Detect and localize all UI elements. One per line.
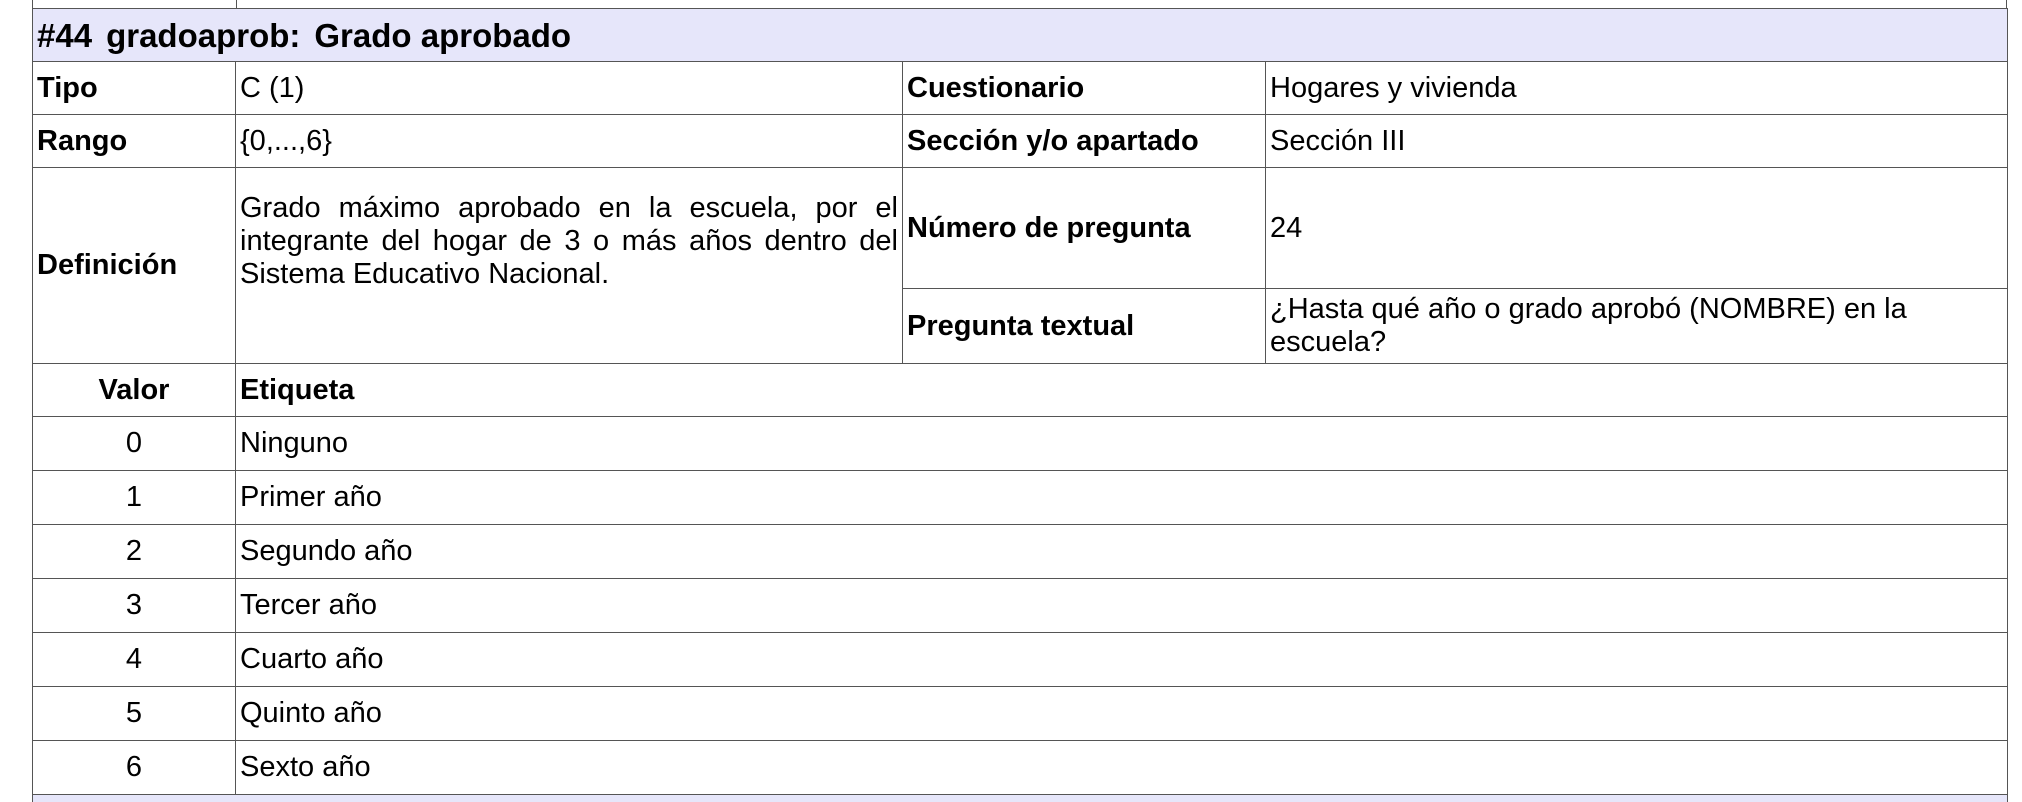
value-code: 0 bbox=[32, 416, 236, 471]
value-label: Tercer año bbox=[234, 578, 2009, 633]
value-label: Primer año bbox=[234, 470, 2009, 525]
value-label: Sexto año bbox=[234, 740, 2009, 795]
definicion-value: Grado máximo aprobado en la escuela, por… bbox=[235, 167, 903, 364]
values-header-row: Valor Etiqueta bbox=[32, 363, 2009, 417]
value-row: 5 Quinto año bbox=[32, 686, 2009, 741]
value-label: Cuarto año bbox=[234, 632, 2009, 687]
value-row: 3 Tercer año bbox=[32, 578, 2009, 633]
rango-label: Rango bbox=[32, 114, 236, 168]
variable-title: #44 gradoaprob: Grado aprobado bbox=[31, 8, 2009, 62]
tipo-row: Tipo C (1) Cuestionario Hogares y vivien… bbox=[32, 61, 2009, 115]
variable-name: gradoaprob: bbox=[106, 16, 301, 54]
variable-table: #44 gradoaprob: Grado aprobado Tipo C (1) … bbox=[31, 8, 2009, 802]
variable-number: #44 bbox=[37, 16, 93, 54]
variable-title-row: #44 gradoaprob: Grado aprobado bbox=[31, 8, 2009, 62]
pregunta-textual-value: ¿Hasta qué año o grado aprobó (NOMBRE) e… bbox=[1264, 288, 2009, 364]
rango-value: {0,...,6} bbox=[235, 114, 903, 168]
previous-table-divider bbox=[236, 0, 237, 8]
value-row: 1 Primer año bbox=[32, 470, 2009, 525]
variable-label: Grado aprobado bbox=[314, 16, 572, 54]
rango-row: Rango {0,...,6} Sección y/o apartado Sec… bbox=[32, 114, 2009, 168]
definicion-row: Definición Grado máximo aprobado en la e… bbox=[32, 167, 2009, 364]
value-row: 6 Sexto año bbox=[32, 740, 2009, 795]
etiqueta-header: Etiqueta bbox=[234, 363, 2009, 417]
value-row: 4 Cuarto año bbox=[32, 632, 2009, 687]
cuestionario-label: Cuestionario bbox=[902, 61, 1266, 115]
cuestionario-value: Hogares y vivienda bbox=[1264, 61, 2009, 115]
value-code: 1 bbox=[32, 470, 236, 525]
value-code: 3 bbox=[32, 578, 236, 633]
value-code: 6 bbox=[32, 740, 236, 795]
tipo-label: Tipo bbox=[32, 61, 236, 115]
next-variable-header-fill bbox=[31, 794, 2009, 802]
numero-pregunta-value: 24 bbox=[1264, 167, 2009, 289]
value-label: Ninguno bbox=[234, 416, 2009, 471]
value-row: 0 Ninguno bbox=[32, 416, 2009, 471]
codebook-page: #44 gradoaprob: Grado aprobado Tipo C (1) … bbox=[0, 0, 2022, 802]
pregunta-textual-label: Pregunta textual bbox=[902, 288, 1266, 364]
value-code: 4 bbox=[32, 632, 236, 687]
tipo-value: C (1) bbox=[235, 61, 903, 115]
previous-table-edge bbox=[32, 0, 2007, 8]
value-label: Quinto año bbox=[234, 686, 2009, 741]
next-variable-header-strip bbox=[31, 794, 2009, 802]
seccion-label: Sección y/o apartado bbox=[902, 114, 1266, 168]
value-code: 5 bbox=[32, 686, 236, 741]
valor-header: Valor bbox=[32, 363, 236, 417]
value-row: 2 Segundo año bbox=[32, 524, 2009, 579]
numero-pregunta-label: Número de pregunta bbox=[902, 167, 1266, 289]
value-label: Segundo año bbox=[234, 524, 2009, 579]
value-code: 2 bbox=[32, 524, 236, 579]
seccion-value: Sección III bbox=[1264, 114, 2009, 168]
definicion-label: Definición bbox=[32, 167, 236, 364]
